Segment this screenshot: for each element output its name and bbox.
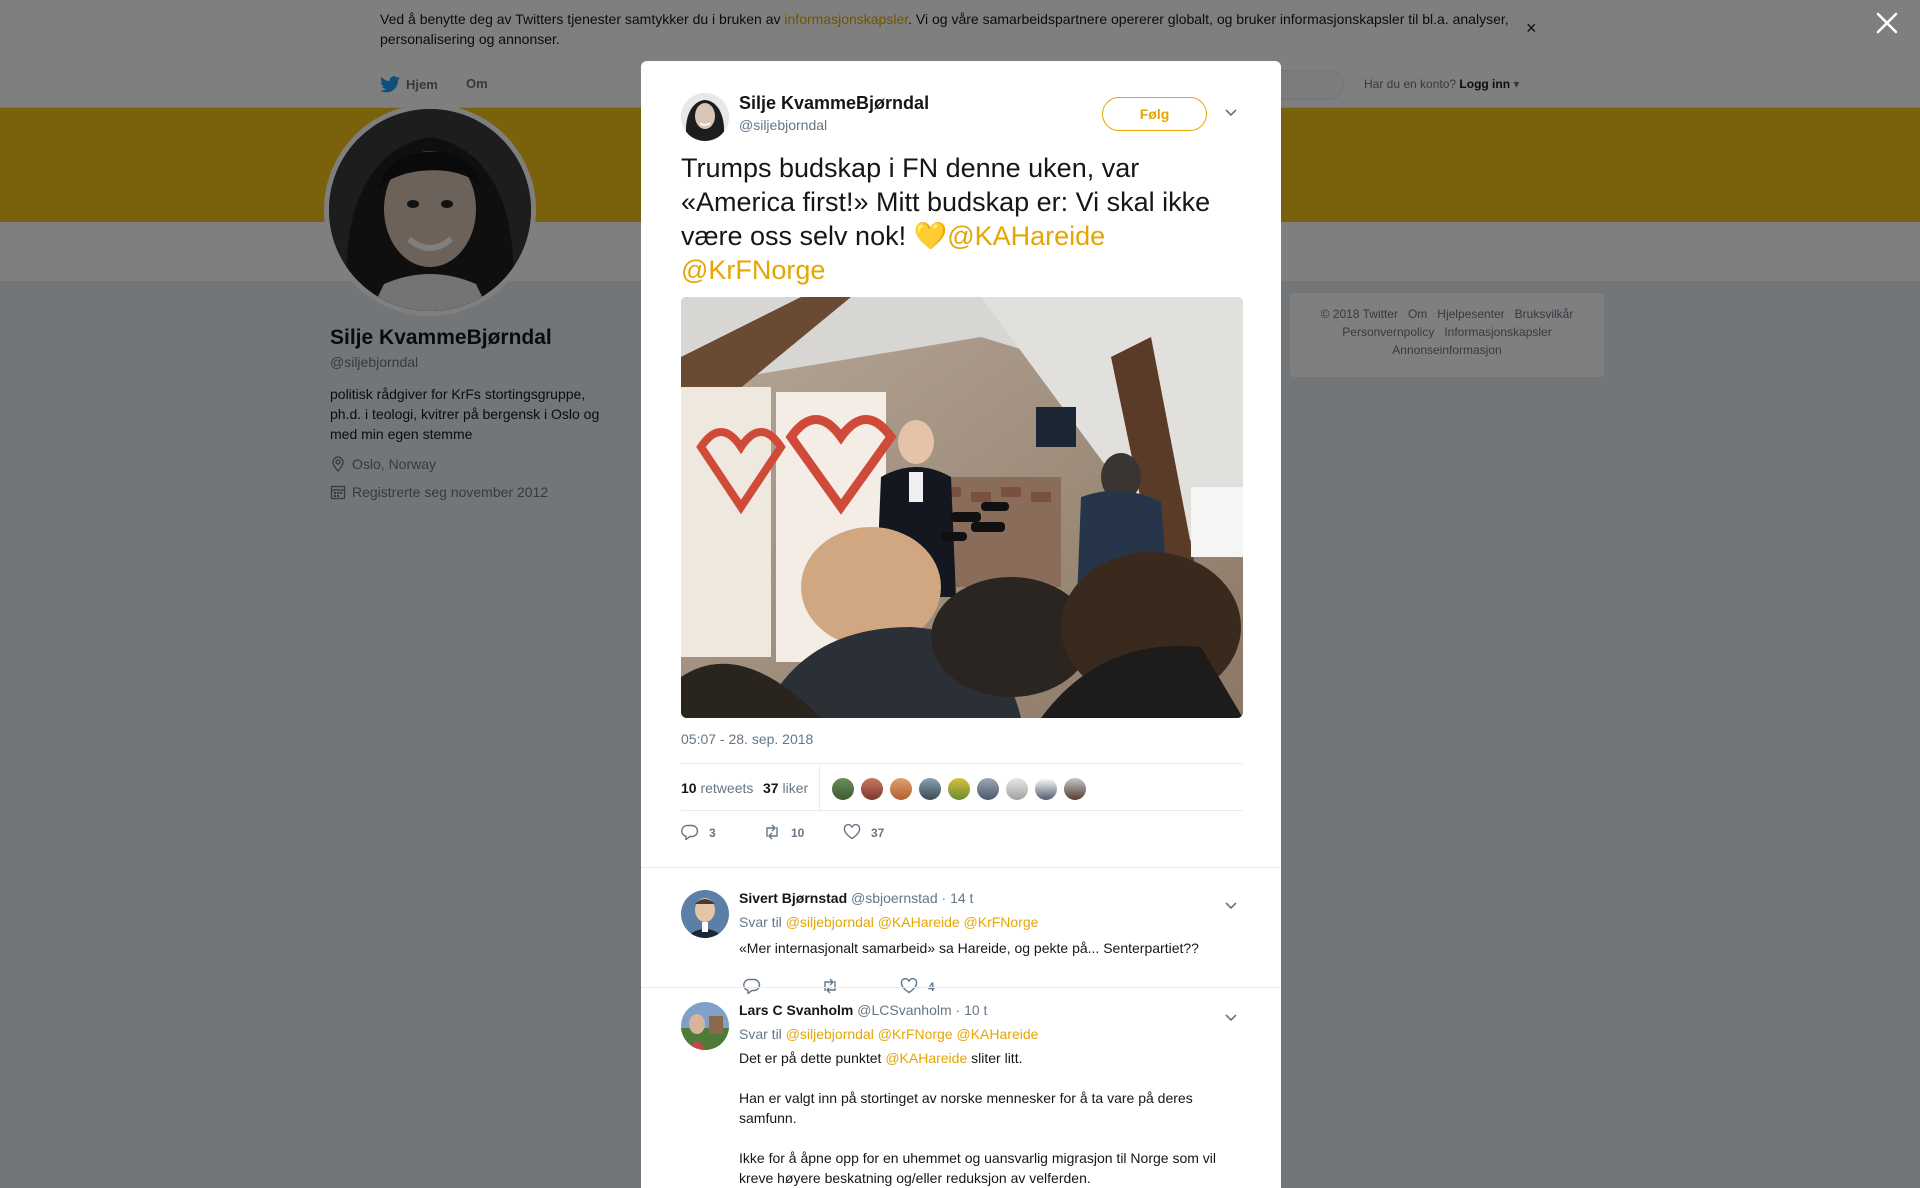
liker-avatar[interactable] [860, 777, 884, 801]
heart-icon [843, 823, 861, 840]
section-divider [641, 857, 1281, 867]
liker-avatar[interactable] [889, 777, 913, 801]
tweet-text: Trumps budskap i FN denne uken, var «Ame… [681, 151, 1241, 287]
reply-author-avatar[interactable] [681, 890, 729, 938]
mention-kahareide[interactable]: @KAHareide [947, 221, 1105, 251]
reply-to-label: Svar til [739, 914, 782, 930]
reply-time[interactable]: · 10 t [956, 1002, 988, 1018]
tweet-author-handle[interactable]: @siljebjorndal [739, 117, 827, 133]
tweet-author-avatar[interactable] [681, 93, 729, 141]
like-count: 37 [871, 826, 885, 840]
liker-avatar[interactable] [918, 777, 942, 801]
reply-to-label: Svar til [739, 1026, 782, 1042]
liker-avatar[interactable] [1005, 777, 1029, 801]
reply-author-name[interactable]: Lars C Svanholm [739, 1002, 853, 1018]
tweet-author-name[interactable]: Silje KvammeBjørndal [739, 93, 929, 114]
yellow-heart-emoji: 💛 [913, 221, 948, 251]
reply-author-handle[interactable]: @sbjoernstad [851, 890, 938, 906]
likes-stat[interactable]: 37 liker [763, 780, 808, 796]
author-photo [681, 93, 729, 141]
reply-count: 3 [709, 826, 716, 840]
liker-avatar[interactable] [947, 777, 971, 801]
mention-krfnorge[interactable]: @KrFNorge [681, 255, 825, 285]
tweet-stats: 10 retweets 37 liker [681, 763, 1243, 812]
reply-action[interactable]: 3 [681, 824, 716, 841]
reply-header: Sivert Bjørnstad @sbjoernstad · 14 t [739, 890, 973, 906]
retweet-count: 10 [791, 826, 805, 840]
reply-author-handle[interactable]: @LCSvanholm [857, 1002, 951, 1018]
tweet-timestamp[interactable]: 05:07 - 28. sep. 2018 [681, 731, 813, 747]
reply-paragraph: Han er valgt inn på stortinget av norske… [739, 1090, 1193, 1126]
reply-text-part: Det er på dette punktet [739, 1050, 886, 1066]
reply-text: Det er på dette punktet @KAHareide slite… [739, 1048, 1239, 1188]
reply-icon [681, 824, 699, 841]
reply-mention[interactable]: @KAHareide [885, 1050, 967, 1066]
reply-tweet[interactable]: Lars C Svanholm @LCSvanholm · 10 t Svar … [641, 987, 1281, 1188]
reply-header: Lars C Svanholm @LCSvanholm · 10 t [739, 1002, 987, 1018]
reply-to-mentions[interactable]: @siljebjorndal @KrFNorge @KAHareide [786, 1026, 1039, 1042]
liker-avatar[interactable] [976, 777, 1000, 801]
like-action[interactable]: 37 [843, 823, 885, 840]
reply-text: «Mer internasjonalt samarbeid» sa Hareid… [739, 940, 1199, 956]
reply-time[interactable]: · 14 t [942, 890, 974, 906]
likes-label: liker [782, 780, 809, 796]
chevron-down-icon[interactable] [1224, 898, 1238, 916]
close-icon[interactable] [1874, 10, 1900, 36]
retweets-stat[interactable]: 10 retweets [681, 780, 753, 796]
reply-paragraph: Ikke for å åpne opp for en uhemmet og ua… [739, 1150, 1217, 1186]
stats-divider [819, 764, 820, 812]
reply-to-line: Svar til @siljebjorndal @KAHareide @KrFN… [739, 914, 1038, 930]
tweet-photo[interactable] [681, 297, 1243, 718]
follow-button[interactable]: Følg [1102, 97, 1207, 131]
reply-author-name[interactable]: Sivert Bjørnstad [739, 890, 847, 906]
retweets-label: retweets [700, 780, 754, 796]
tweet-modal: Silje KvammeBjørndal @siljebjorndal Følg… [641, 61, 1281, 1188]
retweets-count: 10 [681, 780, 697, 796]
chevron-down-icon[interactable] [1224, 1010, 1238, 1028]
press-conference-photo [681, 297, 1243, 718]
chevron-down-icon[interactable] [1224, 105, 1238, 123]
reply-to-mentions[interactable]: @siljebjorndal @KAHareide @KrFNorge [786, 914, 1039, 930]
reply-text-part: sliter litt. [967, 1050, 1023, 1066]
liker-avatar[interactable] [1063, 777, 1087, 801]
liker-avatar[interactable] [831, 777, 855, 801]
likes-count: 37 [763, 780, 779, 796]
reply-author-avatar[interactable] [681, 1002, 729, 1050]
retweet-action[interactable]: 10 [763, 824, 804, 840]
reply-to-line: Svar til @siljebjorndal @KrFNorge @KAHar… [739, 1026, 1038, 1042]
liker-avatar[interactable] [1034, 777, 1058, 801]
retweet-icon [766, 824, 778, 840]
